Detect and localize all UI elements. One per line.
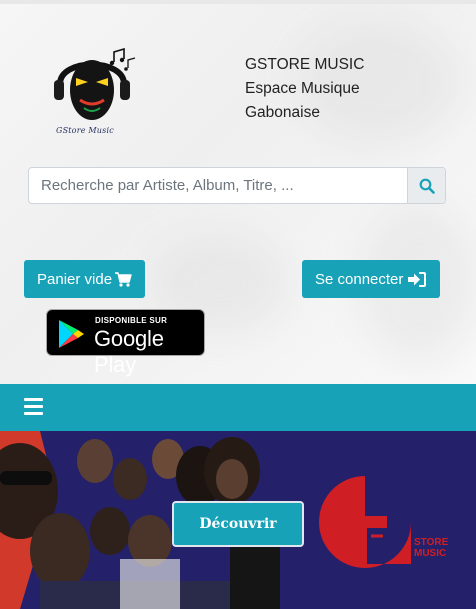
cart-button[interactable]: Panier vide [24,260,145,298]
cart-icon [115,271,132,287]
search-button[interactable] [407,168,445,203]
search-input[interactable] [29,168,407,203]
brand-line-subtitle: Espace Musique [245,80,360,97]
google-play-icon [59,320,84,348]
navbar [0,384,476,431]
google-play-small-text: DISPONIBLE SUR [95,316,168,325]
brand-text: GSTORE MUSIC Espace Musique Gabonaise [245,53,364,125]
google-play-badge[interactable]: DISPONIBLE SUR Google Play [46,309,205,377]
gstore-music-logo [319,476,411,568]
search-bar [28,167,446,204]
search-icon [419,178,435,194]
cart-label: Panier vide [37,270,113,288]
music-word: MUSIC [414,548,447,559]
store-word: STORE [414,537,449,548]
brand-line-subtitle-2: Gabonaise [245,104,320,121]
logo-caption: GStore Music [56,126,114,135]
login-button[interactable]: Se connecter [302,260,440,298]
hamburger-icon[interactable] [24,398,43,415]
brand-line-title: GSTORE MUSIC [245,56,365,73]
login-label: Se connecter [315,270,404,288]
sign-in-icon [408,271,427,287]
discover-button[interactable]: Découvrir [172,501,304,547]
google-play-big-text: Google Play [94,326,164,377]
store-music-logo-text: STORE MUSIC [414,537,448,559]
